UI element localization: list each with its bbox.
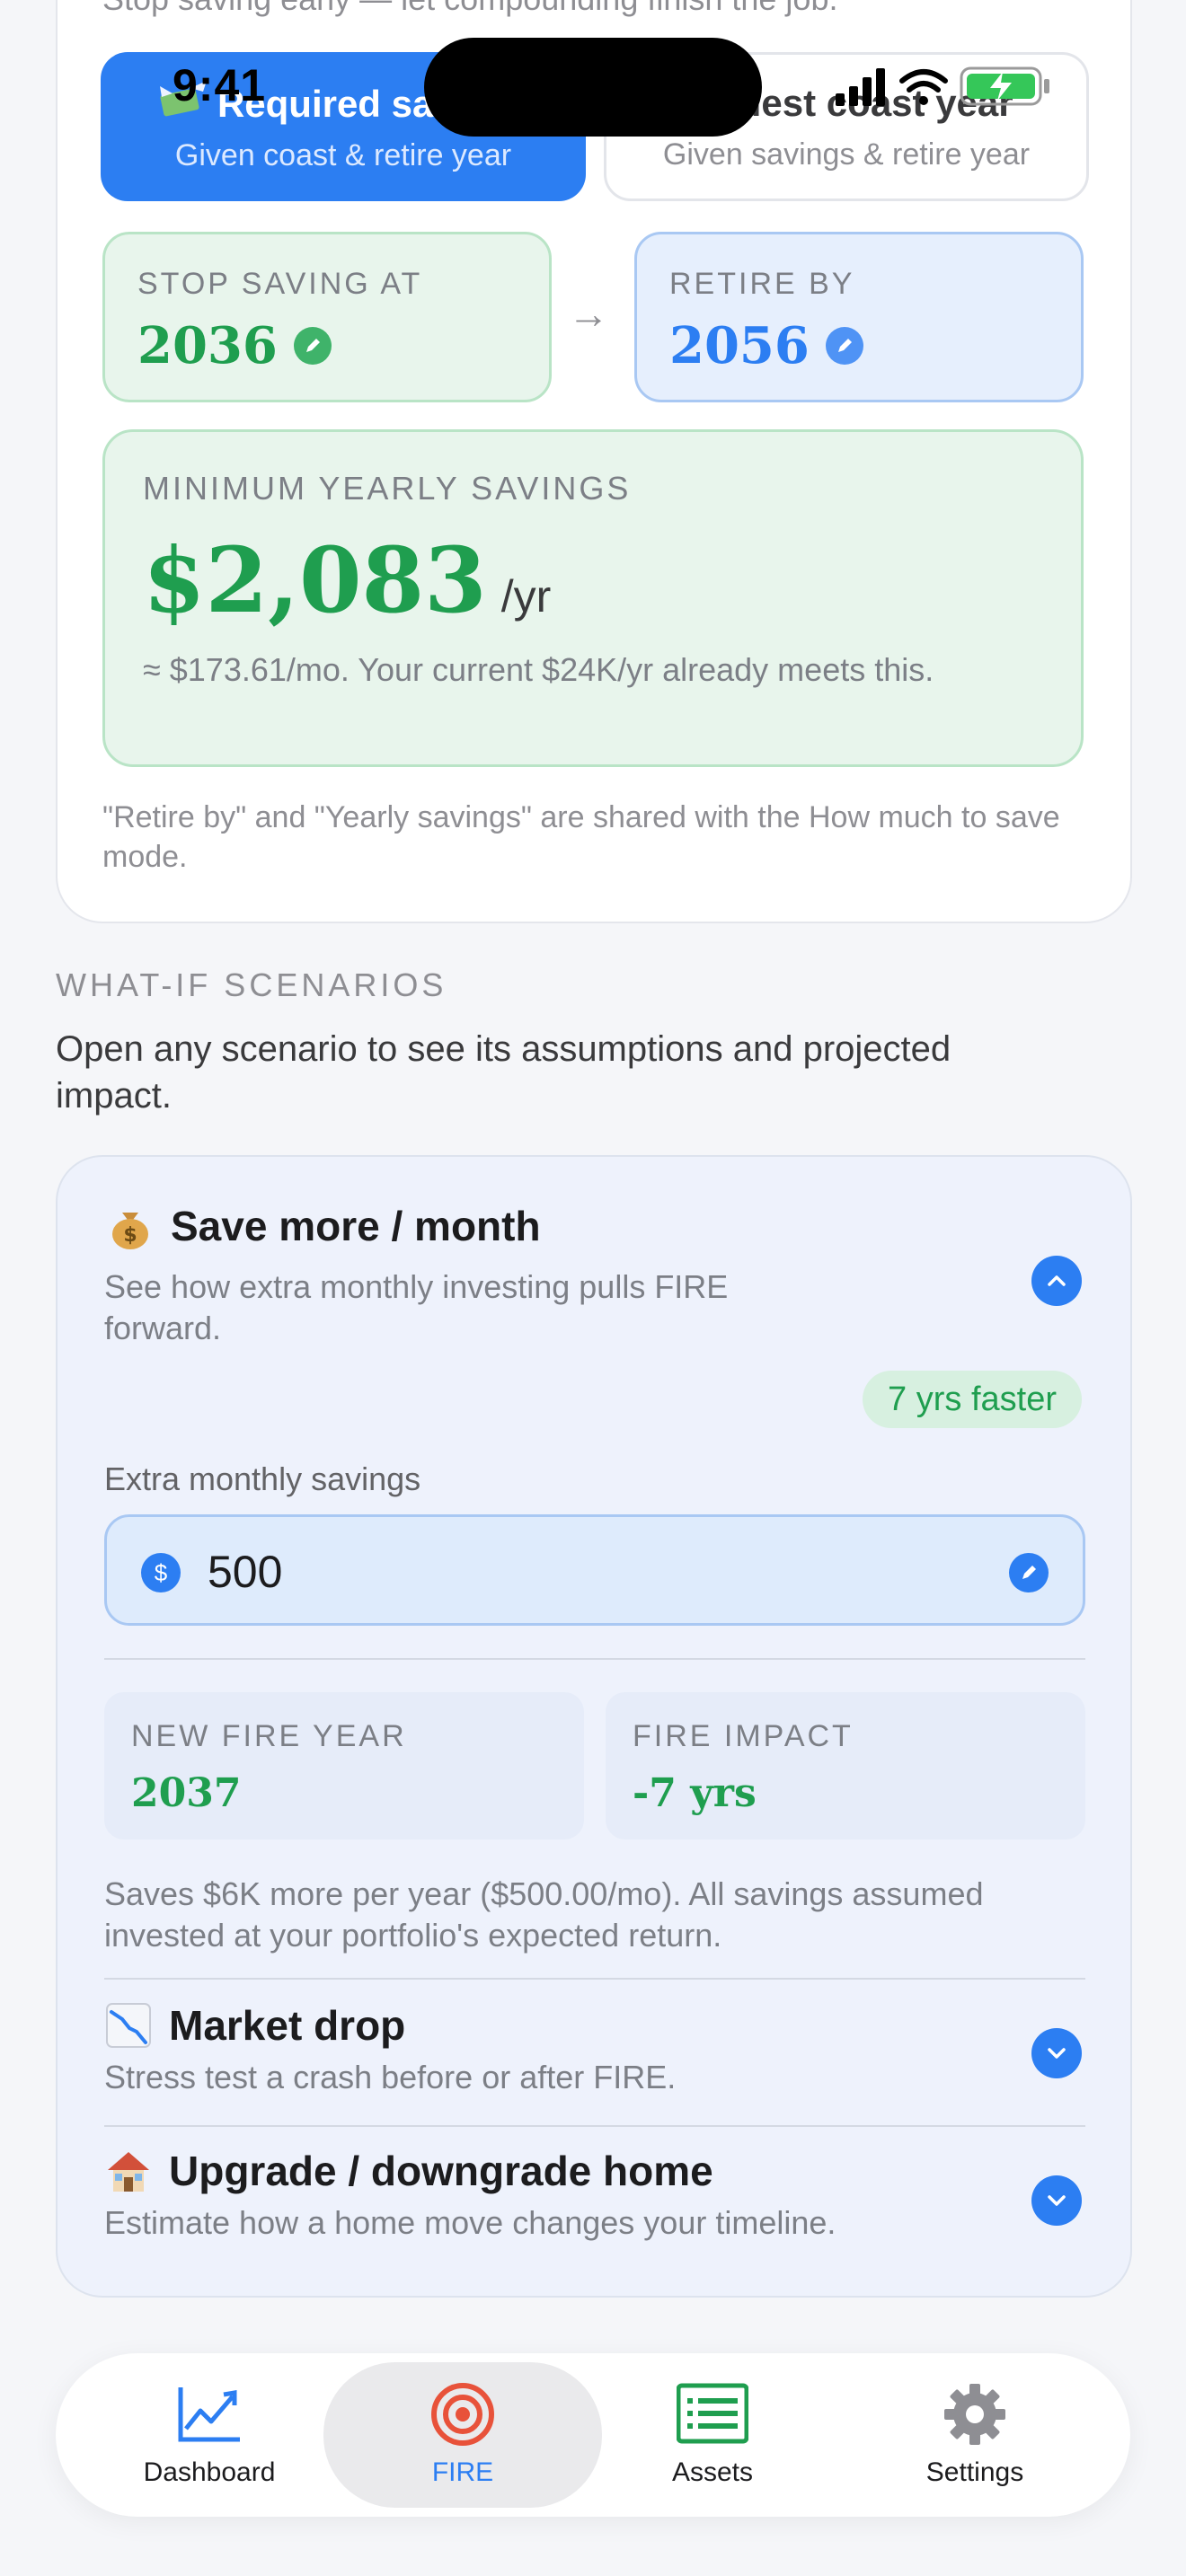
stat-label: FIRE IMPACT — [633, 1719, 854, 1753]
fire-impact-stat: FIRE IMPACT -7 yrs — [606, 1692, 1085, 1839]
min-savings-note: ≈ $173.61/mo. Your current $24K/yr alrea… — [143, 651, 934, 688]
svg-text:$: $ — [123, 1224, 137, 1247]
extra-savings-input[interactable] — [208, 1546, 926, 1598]
whatif-scenarios-card: $ Save more / month See how extra monthl… — [56, 1155, 1132, 2298]
scenario-title: Save more / month — [171, 1203, 541, 1249]
chevron-up-icon[interactable] — [1031, 1256, 1082, 1306]
bottom-tab-bar: Dashboard FIRE Assets Settings — [56, 2353, 1130, 2517]
divider — [104, 1978, 1085, 1980]
stat-label: NEW FIRE YEAR — [131, 1719, 407, 1753]
divider — [104, 2125, 1085, 2127]
min-savings-value: $2,083 — [143, 527, 487, 633]
card-subtitle: Stop saving early — let compounding fini… — [102, 0, 837, 18]
stop-saving-value: 2036 — [137, 316, 278, 375]
extra-savings-label: Extra monthly savings — [104, 1460, 421, 1497]
fire-impact-value: -7 yrs — [633, 1770, 757, 1816]
cellular-signal-icon — [836, 68, 885, 106]
chevron-down-icon[interactable] — [1031, 2028, 1082, 2078]
wifi-icon — [899, 69, 948, 105]
scenario-description: See how extra monthly investing pulls FI… — [104, 1268, 729, 1346]
scenario-title: Market drop — [169, 2002, 406, 2049]
house-icon — [108, 2152, 149, 2192]
tab-label: Settings — [925, 2457, 1024, 2487]
pencil-icon[interactable] — [1009, 1553, 1049, 1592]
arrow-right-icon: → — [568, 290, 609, 337]
target-icon — [431, 2383, 494, 2446]
tab-fire[interactable]: FIRE — [323, 2362, 602, 2508]
retire-by-label: RETIRE BY — [669, 267, 855, 301]
scenario-save-more-title[interactable]: $ Save more / month — [106, 1202, 541, 1250]
tab-assets[interactable]: Assets — [573, 2362, 852, 2508]
dollar-icon: $ — [141, 1553, 181, 1592]
pencil-icon[interactable] — [293, 327, 332, 365]
scenario-home-move[interactable]: Upgrade / downgrade home — [104, 2147, 713, 2195]
scenario-title: Upgrade / downgrade home — [169, 2148, 713, 2194]
retire-by-value: 2056 — [669, 316, 810, 375]
stop-saving-label: STOP SAVING AT — [137, 267, 423, 301]
tab-label: Dashboard — [143, 2457, 276, 2487]
fire-faster-badge: 7 yrs faster — [863, 1371, 1082, 1428]
scenario-description: Estimate how a home move changes your ti… — [104, 2204, 836, 2241]
list-icon — [677, 2383, 748, 2444]
shared-fields-footnote: "Retire by" and "Yearly savings" are sha… — [102, 800, 1060, 874]
mode-subtitle: Given coast & retire year — [174, 138, 512, 172]
whatif-section-description: Open any scenario to see its assumptions… — [56, 1029, 951, 1116]
min-savings-label: MINIMUM YEARLY SAVINGS — [143, 470, 632, 507]
pencil-icon[interactable] — [825, 327, 863, 365]
min-savings-unit: /yr — [500, 571, 552, 622]
chart-line-icon — [178, 2387, 240, 2442]
scenario-description: Stress test a crash before or after FIRE… — [104, 2059, 677, 2095]
status-time: 9:41 — [173, 60, 267, 110]
retire-by-field[interactable]: RETIRE BY 2056 — [634, 232, 1084, 402]
extra-savings-field[interactable]: $ — [104, 1514, 1085, 1626]
tab-label: FIRE — [431, 2457, 494, 2487]
divider — [104, 1658, 1085, 1660]
tab-label: Assets — [671, 2457, 754, 2487]
chevron-down-icon[interactable] — [1031, 2175, 1082, 2226]
status-icons — [836, 66, 1049, 106]
scenario-note: Saves $6K more per year ($500.00/mo). Al… — [104, 1875, 984, 1954]
tab-dashboard[interactable]: Dashboard — [70, 2362, 349, 2508]
mode-subtitle: Given savings & retire year — [662, 137, 1031, 172]
battery-charging-icon — [960, 66, 1049, 106]
gear-icon — [944, 2384, 1005, 2445]
dynamic-island — [424, 38, 762, 137]
money-bag-icon: $ — [112, 1213, 148, 1249]
scenario-market-drop[interactable]: Market drop — [104, 2001, 405, 2050]
new-fire-year-stat: NEW FIRE YEAR 2037 — [104, 1692, 584, 1839]
stop-saving-field[interactable]: STOP SAVING AT 2036 — [102, 232, 552, 402]
new-fire-year-value: 2037 — [131, 1770, 242, 1816]
minimum-savings-result: MINIMUM YEARLY SAVINGS $2,083 /yr ≈ $173… — [102, 429, 1084, 767]
chart-decreasing-icon — [106, 2003, 151, 2048]
tab-settings[interactable]: Settings — [836, 2362, 1114, 2508]
whatif-section-title: WHAT-IF SCENARIOS — [56, 966, 447, 1003]
